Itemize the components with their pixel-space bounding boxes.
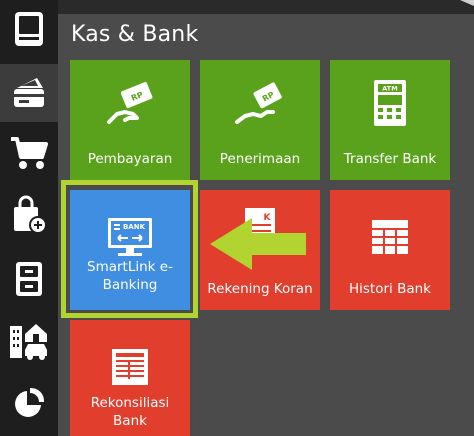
tile-label: Rekonsiliasi Bank — [90, 395, 170, 429]
top-strip — [58, 0, 474, 14]
cart-icon — [11, 137, 48, 169]
tile-transfer-bank[interactable]: ATM Transfer Bank — [330, 60, 450, 180]
document-table-icon — [112, 349, 148, 385]
buildings-icon — [10, 324, 47, 360]
tile-pembayaran[interactable]: RP Pembayaran — [70, 60, 190, 180]
tile-label: Transfer Bank — [343, 151, 437, 167]
sidebar-item-pie-chart[interactable] — [0, 374, 58, 432]
sidebar — [0, 0, 58, 436]
sidebar-item-cart[interactable] — [0, 124, 58, 182]
sidebar-item-buildings[interactable] — [0, 312, 58, 370]
notebook-icon — [15, 12, 43, 46]
tile-label: Penerimaan — [219, 151, 301, 167]
sidebar-item-shopping-bag[interactable] — [0, 186, 58, 244]
edge-mark-icon — [460, 0, 474, 6]
shopping-bag-add-icon — [14, 195, 47, 234]
payment-hand-icon: RP — [107, 82, 153, 124]
tile-penerimaan[interactable]: RP Penerimaan — [200, 60, 320, 180]
sidebar-item-notebook[interactable] — [0, 0, 58, 58]
receive-hand-icon: RP — [235, 82, 282, 124]
tile-label: Histori Bank — [349, 281, 431, 297]
highlight-frame — [61, 180, 198, 318]
grid-table-icon — [372, 220, 408, 254]
cabinet-icon — [16, 262, 42, 296]
svg-text:ATM: ATM — [382, 85, 397, 93]
page-title: Kas & Bank — [71, 22, 199, 47]
sidebar-item-cabinet[interactable] — [0, 250, 58, 308]
cash-bank-icon — [14, 78, 44, 107]
arrow-left-icon — [210, 218, 306, 270]
pie-chart-icon — [15, 387, 45, 417]
tile-rekonsiliasi-bank[interactable]: Rekonsiliasi Bank — [70, 320, 190, 436]
tile-label: Pembayaran — [87, 151, 173, 167]
atm-icon: ATM — [374, 80, 406, 126]
sidebar-item-cash-bank[interactable] — [0, 64, 58, 122]
tile-histori-bank[interactable]: Histori Bank — [330, 190, 450, 310]
tile-label: Rekening Koran — [207, 281, 313, 297]
